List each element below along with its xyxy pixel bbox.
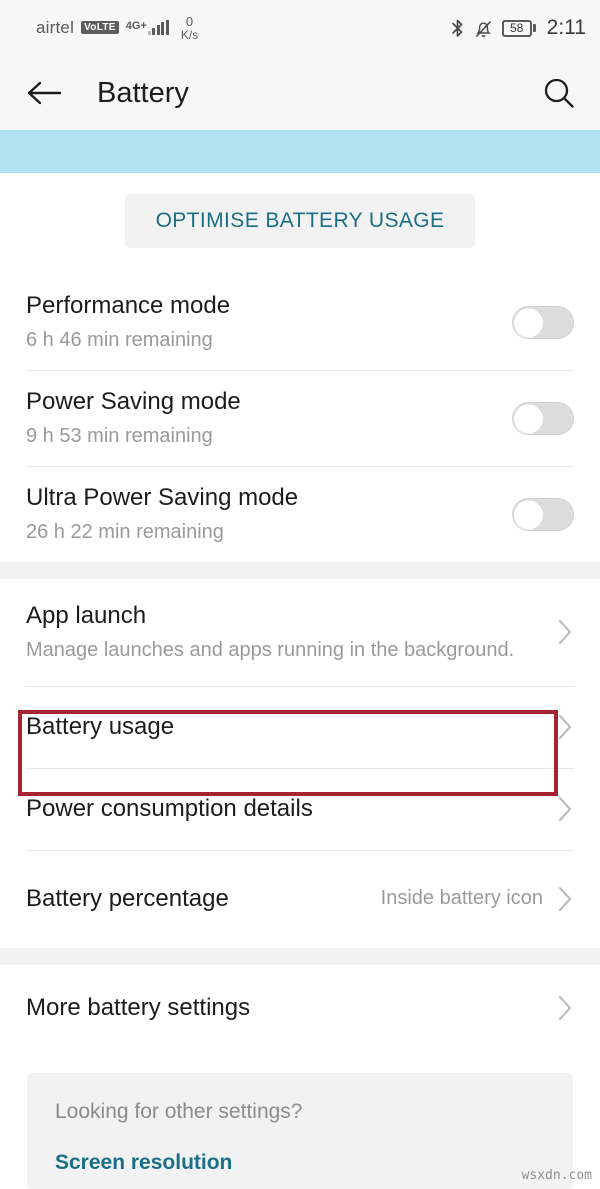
chevron-right-icon [557, 617, 574, 647]
battery-percent-label: 58 [509, 21, 524, 35]
row-title: Battery usage [26, 713, 175, 741]
chevron-right-icon [557, 884, 574, 914]
row-text: Battery usage [26, 712, 543, 742]
battery-settings-section: App launch Manage launches and apps runn… [0, 579, 600, 948]
data-speed-indicator: 0 K/s [181, 15, 198, 41]
chevron-right-icon [557, 712, 574, 742]
section-gap [0, 947, 600, 965]
row-subtitle: 9 h 53 min remaining [26, 425, 213, 448]
signal-bars-icon [147, 20, 169, 36]
row-title: App launch [26, 602, 147, 629]
app-bar: Battery [0, 56, 600, 130]
row-title: Power consumption details [26, 795, 313, 823]
row-more-battery-settings[interactable]: More battery settings [0, 964, 600, 1051]
search-icon[interactable] [542, 76, 576, 110]
row-power-saving-mode[interactable]: Power Saving mode 9 h 53 min remaining [0, 371, 600, 466]
page-title: Battery [97, 76, 189, 109]
battery-level-band [0, 130, 600, 173]
status-bar-right: 58 2:11 [450, 16, 586, 40]
row-subtitle: Manage launches and apps running in the … [26, 639, 515, 661]
status-bar-left: airtel VoLTE 4G+ 0 K/s [36, 15, 198, 41]
toggle-ultra-power-saving-mode[interactable] [512, 498, 574, 531]
row-text: App launch Manage launches and apps runn… [26, 601, 543, 664]
row-text: Battery percentage [26, 884, 369, 914]
network-type-label: 4G+ [125, 20, 147, 33]
row-subtitle: 6 h 46 min remaining [26, 329, 213, 352]
row-battery-percentage[interactable]: Battery percentage Inside battery icon [0, 850, 600, 948]
row-text: Power consumption details [26, 794, 543, 824]
more-settings-section: More battery settings [0, 964, 600, 1051]
row-value: Inside battery icon [380, 887, 543, 910]
carrier-label: airtel [36, 17, 75, 37]
row-text: Performance mode 6 h 46 min remaining [26, 291, 496, 354]
battery-status-icon: 58 [501, 19, 536, 37]
status-bar: airtel VoLTE 4G+ 0 K/s 58 2:11 [0, 0, 600, 56]
signal-indicator: 4G+ [125, 20, 169, 36]
optimise-battery-usage-button[interactable]: OPTIMISE BATTERY USAGE [124, 194, 476, 248]
back-arrow-icon[interactable] [26, 79, 64, 107]
toggle-performance-mode[interactable] [512, 306, 574, 339]
watermark: wsxdn.com [521, 1168, 592, 1183]
other-settings-hint: Looking for other settings? [55, 1100, 303, 1123]
toggle-knob [513, 307, 544, 338]
chevron-right-icon [557, 993, 574, 1023]
row-title: Performance mode [26, 292, 231, 320]
battery-level-box: 58 [501, 19, 532, 37]
toggle-power-saving-mode[interactable] [512, 402, 574, 435]
row-ultra-power-saving-mode[interactable]: Ultra Power Saving mode 26 h 22 min rema… [0, 467, 600, 562]
row-text: Power Saving mode 9 h 53 min remaining [26, 387, 496, 450]
bluetooth-icon [450, 18, 465, 39]
row-battery-usage[interactable]: Battery usage [0, 686, 600, 768]
row-power-consumption-details[interactable]: Power consumption details [0, 768, 600, 850]
row-title: More battery settings [26, 993, 251, 1021]
row-text: More battery settings [26, 993, 543, 1023]
volte-badge: VoLTE [81, 21, 119, 35]
optimise-button-container: OPTIMISE BATTERY USAGE [0, 173, 600, 275]
data-speed-unit: K/s [180, 27, 199, 42]
row-performance-mode[interactable]: Performance mode 6 h 46 min remaining [0, 275, 600, 370]
row-subtitle: 26 h 22 min remaining [26, 521, 224, 544]
data-speed-value: 0 [185, 13, 194, 29]
bell-muted-icon [474, 18, 493, 39]
toggle-knob [513, 499, 544, 530]
battery-modes-section: Performance mode 6 h 46 min remaining Po… [0, 275, 600, 562]
clock-label: 2:11 [546, 16, 586, 39]
chevron-right-icon [557, 794, 574, 824]
row-title: Battery percentage [26, 885, 229, 913]
row-app-launch[interactable]: App launch Manage launches and apps runn… [0, 579, 600, 686]
row-title: Power Saving mode [26, 388, 241, 416]
screen-resolution-link[interactable]: Screen resolution [55, 1150, 545, 1175]
battery-cap [532, 24, 536, 32]
section-gap [0, 562, 600, 579]
row-title: Ultra Power Saving mode [26, 484, 299, 512]
row-text: Ultra Power Saving mode 26 h 22 min rema… [26, 483, 496, 546]
toggle-knob [513, 403, 544, 434]
other-settings-card: Looking for other settings? Screen resol… [27, 1073, 573, 1189]
